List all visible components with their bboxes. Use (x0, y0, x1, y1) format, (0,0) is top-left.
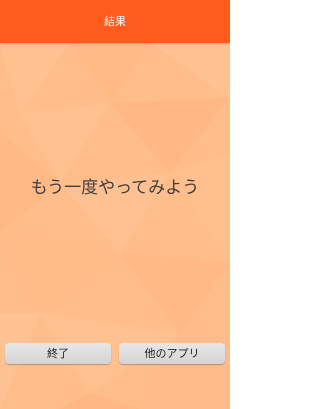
other-apps-button[interactable]: 他のアプリ (119, 343, 225, 364)
exit-button[interactable]: 終了 (5, 343, 111, 364)
result-screen: 結果 もう一度やってみよう 終了 他のアプリ (0, 0, 230, 409)
app-bar: 結果 (0, 0, 230, 43)
page-title: 結果 (104, 15, 126, 28)
result-message: もう一度やってみよう (30, 178, 200, 198)
